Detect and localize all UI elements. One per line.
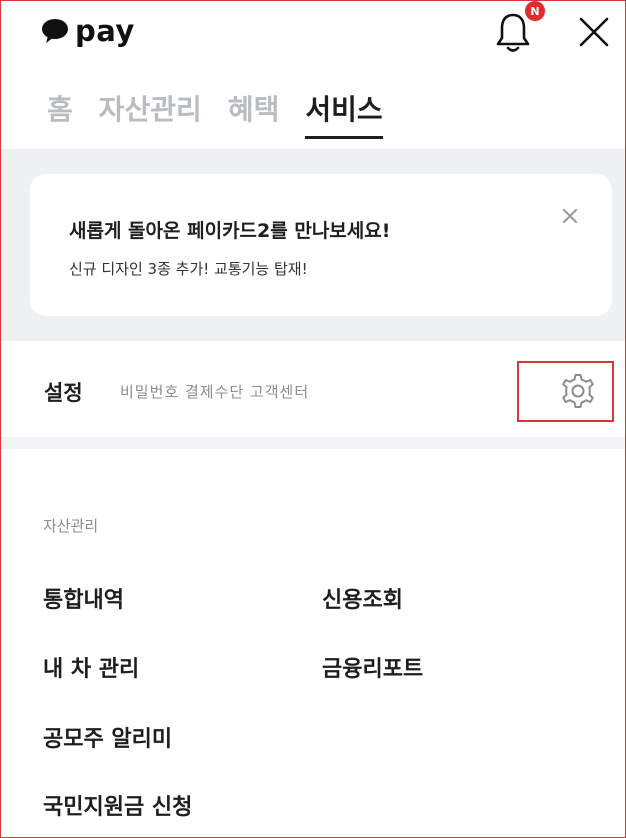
speech-bubble-icon [42, 19, 68, 43]
tab-services[interactable]: 서비스 [305, 91, 383, 139]
menu-integrated-history[interactable]: 통합내역 [43, 586, 124, 616]
settings-row[interactable]: 설정 비밀번호 결제수단 고객센터 [1, 341, 625, 437]
menu-finance-report[interactable]: 금융리포트 [322, 655, 423, 685]
logo-text: pay [75, 14, 135, 48]
main-tabs: 홈 자산관리 혜택 서비스 [47, 91, 409, 139]
banner-subtitle: 신규 디자인 3종 추가! 교통기능 탑재! [69, 260, 308, 278]
tab-benefits[interactable]: 혜택 [228, 91, 280, 129]
gear-icon [562, 374, 594, 408]
header: pay N 홈 자산관리 혜택 서비스 [1, 1, 625, 149]
settings-title: 설정 [44, 381, 83, 405]
menu-national-grant[interactable]: 국민지원금 신청 [43, 793, 192, 823]
close-icon[interactable] [577, 15, 611, 49]
settings-gear-button[interactable] [517, 361, 614, 422]
notification-badge: N [525, 1, 545, 21]
tab-assets[interactable]: 자산관리 [99, 91, 202, 129]
menu-credit-check[interactable]: 신용조회 [322, 586, 403, 616]
menu-ipo-alert[interactable]: 공모주 알리미 [43, 725, 172, 755]
app-frame: pay N 홈 자산관리 혜택 서비스 새롭게 돌아온 페이카드2를 만나보세요… [0, 0, 626, 838]
banner-close-icon[interactable] [560, 206, 580, 226]
promo-banner[interactable]: 새롭게 돌아온 페이카드2를 만나보세요! 신규 디자인 3종 추가! 교통기능… [30, 174, 612, 316]
settings-subtitle: 비밀번호 결제수단 고객센터 [120, 383, 310, 401]
menu-my-car[interactable]: 내 차 관리 [43, 655, 139, 685]
tab-home[interactable]: 홈 [47, 91, 73, 129]
kakaopay-logo: pay [41, 13, 135, 49]
assets-section-label: 자산관리 [43, 517, 99, 535]
section-divider [1, 437, 625, 449]
banner-title: 새롭게 돌아온 페이카드2를 만나보세요! [69, 220, 391, 242]
